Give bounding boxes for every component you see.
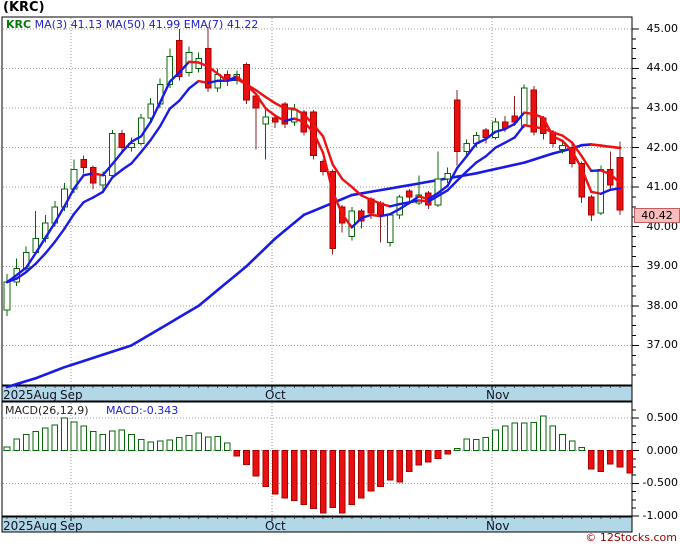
chart-canvas <box>1 16 639 533</box>
macd-params-label: MACD(26,12,9) <box>5 404 89 417</box>
legend-ema7-label: EMA(7) <box>183 18 224 31</box>
legend-ma50-value: 41.99 <box>148 18 181 31</box>
macd-legend: MACD(26,12,9) MACD:-0.343 <box>5 404 178 417</box>
legend-ma3-label: MA(3) <box>34 18 68 31</box>
macd-axis-label--1.000: -1.000 <box>642 509 678 523</box>
month-label-Nov: Nov <box>486 519 510 533</box>
month-label-Sep: Sep <box>60 388 83 402</box>
price-axis-label-43.00: 43.00 <box>646 101 679 114</box>
date-axis-bottom: 2025Aug Sep Oct Nov <box>0 518 632 533</box>
price-axis-label-41.00: 41.00 <box>646 180 679 194</box>
month-label-Oct: Oct <box>265 388 286 402</box>
month-label-Nov: Nov <box>486 388 510 402</box>
price-axis-label-37.00: 37.00 <box>646 338 679 352</box>
last-price-badge: 40.42 <box>634 208 680 224</box>
legend-ma3-value: 41.13 <box>70 18 103 31</box>
price-axis-label-42.00: 42.00 <box>646 140 679 154</box>
macd-axis-label-0.500: 0.500 <box>646 411 679 424</box>
price-axis-label-38.00: 38.00 <box>646 298 679 312</box>
page-title: (KRC) <box>3 0 45 15</box>
month-label-2025Aug: 2025Aug <box>3 388 57 402</box>
legend-symbol: KRC <box>6 18 32 31</box>
price-axis-label-44.00: 44.00 <box>646 61 679 75</box>
price-legend: KRC MA(3) 41.13 MA(50) 41.99 EMA(7) 41.2… <box>6 18 258 31</box>
month-label-Oct: Oct <box>265 519 286 533</box>
legend-ema7-value: 41.22 <box>226 18 259 31</box>
date-axis-top: 2025Aug Sep Oct Nov <box>0 387 632 402</box>
price-axis-label-39.00: 39.00 <box>646 259 679 273</box>
legend-ma50-label: MA(50) <box>105 18 146 31</box>
price-axis-label-45.00: 45.00 <box>646 21 679 35</box>
stock-chart-page: (KRC) KRC MA(3) 41.13 MA(50) 41.99 EMA(7… <box>0 0 680 546</box>
macd-axis-label--0.500: -0.500 <box>642 476 678 490</box>
macd-axis-label-0.000: 0.000 <box>646 443 679 457</box>
month-label-Sep: Sep <box>60 519 83 533</box>
macd-value-label: MACD:-0.343 <box>106 404 179 417</box>
watermark: © 12Stocks.com <box>585 531 677 544</box>
month-label-2025Aug: 2025Aug <box>3 519 57 533</box>
